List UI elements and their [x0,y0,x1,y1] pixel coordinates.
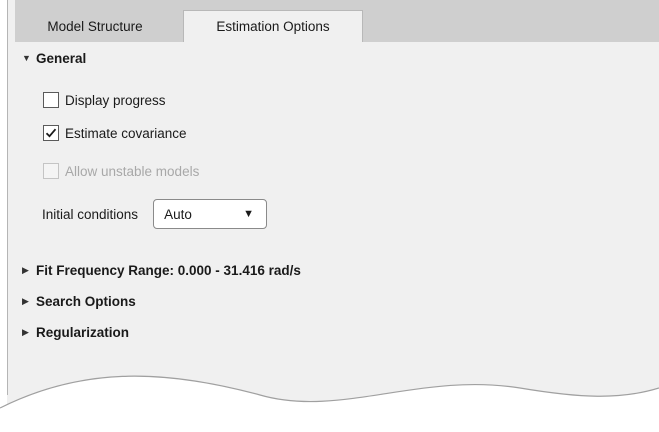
caret-right-icon: ▶ [22,264,29,275]
checkbox-label: Display progress [65,92,166,108]
estimate-covariance-checkbox[interactable] [43,125,59,141]
allow-unstable-models-checkbox [43,163,59,179]
section-title: Search Options [36,293,136,309]
section-title: Fit Frequency Range: 0.000 - 31.416 rad/… [36,262,301,278]
section-title: General [36,50,87,66]
section-fit-frequency-header[interactable]: ▶ Fit Frequency Range: 0.000 - 31.416 ra… [22,260,301,280]
torn-edge-decoration [0,375,659,432]
initial-conditions-row: Initial conditions Auto ▼ [42,198,268,230]
checkmark-icon [45,128,57,138]
initial-conditions-dropdown[interactable]: Auto ▼ [153,199,268,229]
dropdown-arrow-icon: ▼ [243,208,255,220]
allow-unstable-models-row: Allow unstable models [43,161,199,181]
checkbox-label: Estimate covariance [65,125,187,141]
initial-conditions-label: Initial conditions [42,206,139,222]
panel-left-border [7,0,8,395]
section-regularization-header[interactable]: ▶ Regularization [22,322,129,342]
checkbox-label: Allow unstable models [65,163,200,179]
display-progress-row[interactable]: Display progress [43,90,166,110]
tab-estimation-options[interactable]: Estimation Options [183,10,363,42]
tab-model-structure[interactable]: Model Structure [15,10,175,42]
estimate-covariance-row[interactable]: Estimate covariance [43,123,187,143]
caret-right-icon: ▶ [22,295,29,306]
dropdown-value: Auto [164,206,192,222]
section-title: Regularization [36,324,130,340]
caret-right-icon: ▶ [22,326,29,337]
caret-down-icon: ▼ [22,53,31,63]
display-progress-checkbox[interactable] [43,92,59,108]
section-search-options-header[interactable]: ▶ Search Options [22,291,136,311]
tab-label: Estimation Options [216,19,330,34]
tab-label: Model Structure [47,18,143,34]
section-general-header[interactable]: ▼ General [22,48,86,68]
